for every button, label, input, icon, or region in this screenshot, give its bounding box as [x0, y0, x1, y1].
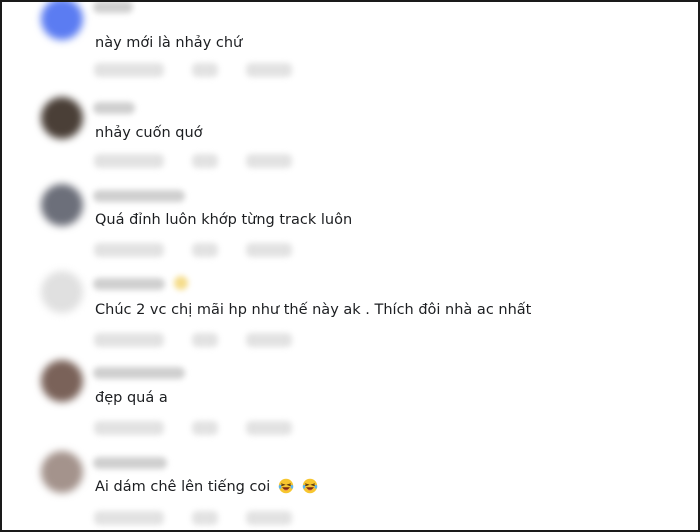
reply-button-blurred[interactable]	[246, 243, 292, 257]
comment-text: nhảy cuốn quớ	[95, 125, 203, 141]
comment-time-blurred	[94, 333, 164, 347]
comment-time-blurred	[94, 421, 164, 435]
comment-item: này mới là nhảy chứ	[2, 2, 698, 91]
comment-time-blurred	[94, 243, 164, 257]
avatar[interactable]	[41, 271, 83, 313]
avatar[interactable]	[41, 2, 83, 40]
reply-button-blurred[interactable]	[246, 511, 292, 525]
comment-text: Quá đỉnh luôn khớp từng track luôn	[95, 212, 353, 228]
commenter-name-blurred[interactable]	[93, 457, 167, 469]
avatar[interactable]	[41, 184, 83, 226]
comment-list: này mới là nhảy chứ nhảy cuốn quớ Quá đỉ…	[0, 0, 700, 532]
comment-time-blurred	[94, 154, 164, 168]
avatar[interactable]	[41, 360, 83, 402]
badge-emoji-blurred	[174, 276, 188, 290]
avatar[interactable]	[41, 97, 83, 139]
comment-text: đẹp quá a	[95, 390, 168, 406]
comment-text: này mới là nhảy chứ	[95, 35, 243, 51]
commenter-name-blurred[interactable]	[93, 190, 185, 202]
like-button-blurred[interactable]	[192, 63, 218, 77]
like-button-blurred[interactable]	[192, 421, 218, 435]
reply-button-blurred[interactable]	[246, 333, 292, 347]
reply-button-blurred[interactable]	[246, 154, 292, 168]
comment-item: đẹp quá a	[2, 358, 698, 447]
comment-item: nhảy cuốn quớ	[2, 91, 698, 180]
laughing-crying-emoji-icon	[302, 478, 317, 494]
reply-button-blurred[interactable]	[246, 421, 292, 435]
comment-item: Chúc 2 vc chị mãi hp như thế này ak . Th…	[2, 269, 698, 358]
comment-text: Ai dám chê lên tiếng coi	[95, 477, 318, 497]
commenter-name-blurred[interactable]	[93, 102, 135, 114]
commenter-name-blurred[interactable]	[93, 2, 133, 13]
commenter-name-blurred[interactable]	[93, 367, 185, 379]
avatar[interactable]	[41, 451, 83, 493]
like-button-blurred[interactable]	[192, 333, 218, 347]
reply-button-blurred[interactable]	[246, 63, 292, 77]
comment-time-blurred	[94, 63, 164, 77]
comment-item: Quá đỉnh luôn khớp từng track luôn	[2, 180, 698, 269]
comment-text: Chúc 2 vc chị mãi hp như thế này ak . Th…	[95, 302, 532, 318]
comment-item: Ai dám chê lên tiếng coi	[2, 447, 698, 530]
laughing-crying-emoji-icon	[278, 478, 294, 494]
like-button-blurred[interactable]	[192, 511, 218, 525]
comment-text-content: Ai dám chê lên tiếng coi	[95, 479, 271, 495]
like-button-blurred[interactable]	[192, 243, 218, 257]
like-button-blurred[interactable]	[192, 154, 218, 168]
commenter-name-blurred[interactable]	[93, 278, 165, 290]
comment-time-blurred	[94, 511, 164, 525]
